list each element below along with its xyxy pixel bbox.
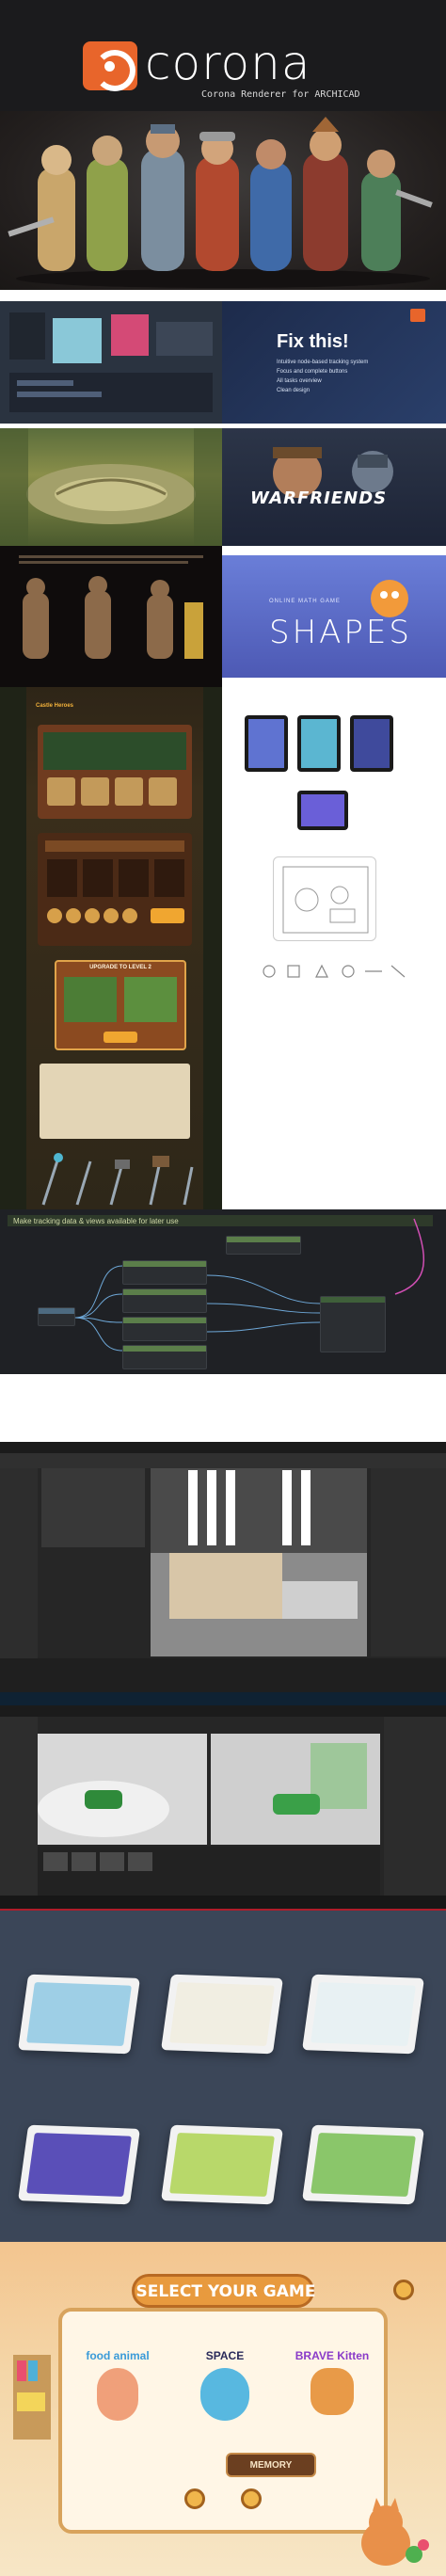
character-6 (303, 117, 348, 271)
tablets-showcase (0, 1911, 446, 2242)
select-game-title: SELECT YOUR GAME (135, 2282, 316, 2301)
sketch-icons-row (263, 964, 406, 978)
space-monster-icon (200, 2368, 249, 2421)
castle-heroes-section: Castle Heroes UPGRADE TO LEVEL 2 (0, 687, 222, 1209)
tablet-screen (248, 719, 284, 768)
fix-item: Intuitive node-based tracking system (277, 360, 369, 365)
brand-name: corona (145, 36, 311, 90)
tablet-screenshot (350, 715, 393, 772)
game-card-label: BRAVE Kitten (295, 2349, 370, 2362)
node-graph-editor: Make tracking data & views available for… (0, 1209, 446, 1374)
memory-button-label: MEMORY (249, 2460, 293, 2471)
warfriends-title: WARFRIENDS (250, 488, 388, 508)
game-card-brave-kitten[interactable]: BRAVE Kitten (290, 2349, 374, 2415)
game-card-food-animal[interactable]: food animal (75, 2349, 160, 2421)
tablet-screenshot (297, 715, 341, 772)
landscape-map-image (0, 428, 222, 546)
shapes-title: SHAPES (269, 614, 412, 651)
character-turnaround-art (0, 546, 222, 687)
graph-node[interactable] (320, 1296, 386, 1352)
upgrade-button[interactable] (104, 1032, 137, 1043)
graph-node[interactable] (38, 1307, 75, 1326)
fix-item: Clean design (277, 388, 311, 393)
select-game-banner: SELECT YOUR GAME (132, 2274, 316, 2308)
castle-heroes-highlight: Castle Heroes (36, 703, 74, 709)
character-1 (8, 145, 75, 271)
corner-badge-icon (410, 309, 425, 322)
fix-this-panel: Fix this! Intuitive node-based tracking … (222, 301, 446, 424)
tablet-mockup (161, 1974, 283, 2055)
tablet-screenshot (297, 791, 348, 830)
graph-node[interactable] (122, 1317, 207, 1341)
game-selection-board: food animal SPACE BRAVE Kitten MEMORY (58, 2308, 388, 2534)
castle-heroes-board (38, 725, 192, 819)
shapes-game-banner: ONLINE MATH GAME SHAPES (222, 555, 446, 678)
prev-arrow-button[interactable] (184, 2488, 205, 2509)
castle-heroes-text-page (40, 1064, 190, 1139)
warfriends-banner: WARFRIENDS (222, 428, 446, 546)
editor-car-art (0, 1705, 446, 1911)
next-arrow-button[interactable] (241, 2488, 262, 2509)
tablet-mockup (302, 1974, 424, 2055)
food-animal-character-icon (97, 2368, 138, 2421)
tablet-mockup (302, 2124, 424, 2205)
castle-heroes-team-screen (38, 833, 192, 946)
brand-subtitle: Corona Renderer for ARCHICAD (201, 89, 360, 100)
graph-node[interactable] (226, 1236, 301, 1255)
tablet-screen (354, 719, 390, 768)
hero-characters-image (0, 111, 446, 290)
character-turnaround-image (0, 546, 222, 687)
hero-characters-art (8, 117, 433, 288)
shapes-tagline: ONLINE MATH GAME (269, 599, 341, 604)
cat-mascot-art (361, 2498, 429, 2566)
wireframe-sketch (273, 856, 376, 941)
unreal-editor-car-screenshot (0, 1705, 446, 1911)
section-spacer (0, 1374, 446, 1442)
tablet-mockup (18, 1974, 140, 2055)
tracking-ui-art (0, 301, 222, 424)
upgrade-before-image (64, 977, 117, 1022)
memory-button[interactable]: MEMORY (226, 2453, 316, 2477)
tracking-ui-screenshot (0, 301, 222, 424)
fix-title: Fix this! (277, 331, 349, 352)
graph-node[interactable] (122, 1260, 207, 1285)
character-5 (250, 139, 292, 271)
unreal-editor-kitchen-screenshot (0, 1442, 446, 1705)
corona-logo-icon (83, 41, 137, 91)
game-card-label: food animal (86, 2349, 150, 2362)
graph-node[interactable] (122, 1288, 207, 1313)
shapes-mascot-icon (371, 580, 408, 617)
wireframe-sketch-art (282, 866, 369, 934)
kitten-character-icon (311, 2368, 354, 2415)
upgrade-after-image (124, 977, 177, 1022)
tablet-mockup (161, 2124, 283, 2205)
character-3 (141, 124, 184, 271)
select-game-screen: SELECT YOUR GAME food animal SPACE BRAVE… (0, 2242, 446, 2576)
warfriends-art (273, 447, 393, 498)
fix-item: Focus and complete buttons (277, 369, 348, 375)
tablet-mockup (18, 2124, 140, 2205)
game-card-space[interactable]: SPACE (183, 2349, 267, 2421)
tablet-screen (301, 719, 337, 768)
settings-button[interactable] (393, 2280, 414, 2300)
shapes-tablets-section (222, 687, 446, 1209)
upgrade-dialog-title: UPGRADE TO LEVEL 2 (89, 965, 151, 970)
header: corona Corona Renderer for ARCHICAD (0, 0, 446, 111)
weapons-lineup-art (41, 1153, 194, 1206)
castle-heroes-page: Castle Heroes UPGRADE TO LEVEL 2 (26, 687, 203, 1209)
game-card-label: SPACE (205, 2349, 245, 2362)
character-7 (361, 150, 433, 271)
tablet-screenshot (245, 715, 288, 772)
bookshelf-decoration (13, 2355, 51, 2440)
tablet-screen (301, 794, 344, 826)
fix-item: All tasks overview (277, 378, 322, 384)
landscape-art (0, 428, 222, 546)
graph-node[interactable] (122, 1345, 207, 1369)
castle-heroes-intro: Castle Heroes (36, 695, 194, 713)
editor-kitchen-art (0, 1442, 446, 1705)
upgrade-dialog: UPGRADE TO LEVEL 2 (55, 960, 186, 1050)
character-2 (87, 136, 128, 271)
character-4 (196, 132, 239, 271)
